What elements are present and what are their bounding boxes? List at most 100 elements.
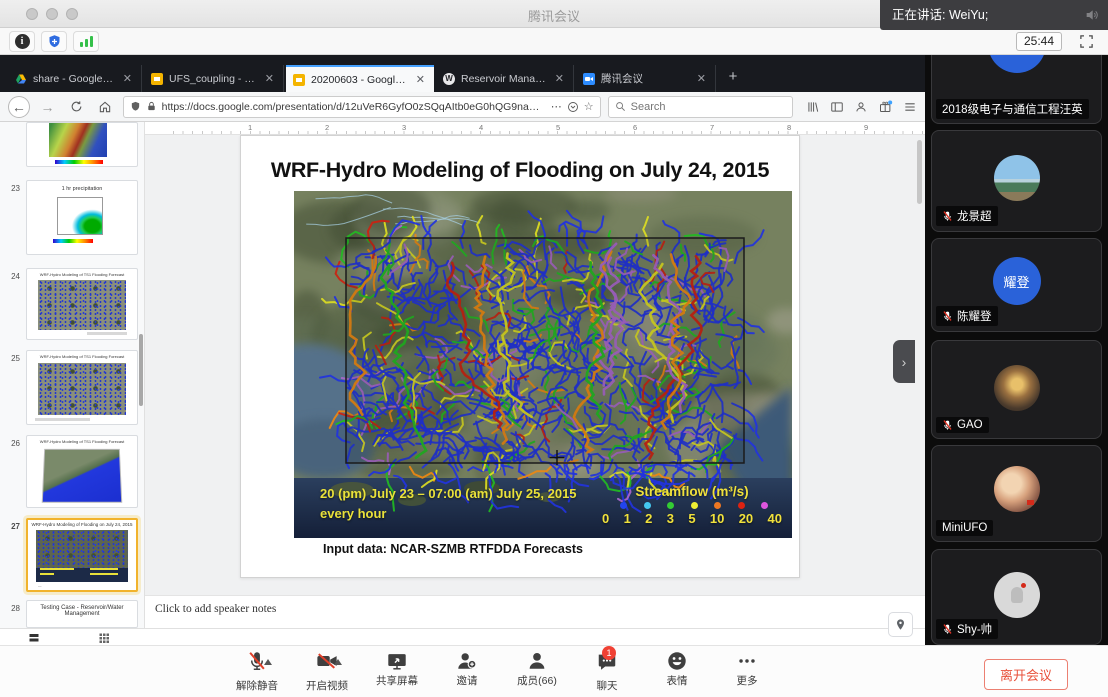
- extension-gift-icon[interactable]: [878, 99, 893, 114]
- pocket-icon[interactable]: [567, 101, 579, 113]
- leave-meeting-button[interactable]: 离开会议: [984, 659, 1068, 690]
- start-video-button[interactable]: 开启视频: [303, 650, 351, 693]
- slide-thumbnail-27-selected[interactable]: WRF-Hydro Modeling of Flooding on July 2…: [26, 518, 138, 592]
- filmstrip-viewbar: [0, 628, 925, 645]
- slide-thumbnail-28[interactable]: Testing Case - Reservoir/Water Managemen…: [26, 600, 138, 628]
- slide-number: 25: [2, 354, 20, 363]
- slide-number: 26: [2, 439, 20, 448]
- tab-label: 腾讯会议: [601, 71, 689, 86]
- new-tab-button[interactable]: +: [722, 68, 744, 85]
- participant-label: 龙景超: [936, 206, 998, 226]
- more-dots-icon: [736, 650, 758, 672]
- page-actions-icon[interactable]: ⋯: [551, 100, 562, 113]
- tab-ufs-coupling[interactable]: UFS_coupling - Google Slides ✕: [144, 65, 284, 92]
- mic-muted-icon: [942, 419, 953, 431]
- participant-tile[interactable]: MiniUFO: [931, 445, 1102, 542]
- tab-close-icon[interactable]: ✕: [121, 72, 134, 85]
- legend-values: 01235102040: [600, 511, 784, 526]
- meeting-toolbar: 解除静音 开启视频 共享屏幕 邀请 成员(66): [0, 645, 1108, 697]
- streamflow-legend: Streamflow (m³/s) 01235102040: [600, 484, 784, 526]
- signal-bars-icon: [80, 36, 93, 47]
- ruler-number: 6: [633, 123, 637, 132]
- slide-thumbnail-22[interactable]: [26, 122, 138, 167]
- unmute-button[interactable]: 解除静音: [233, 650, 281, 693]
- slide-title: WRF-Hydro Modeling of Flooding on July 2…: [256, 158, 784, 183]
- participants-panel: 2018级电子与通信工程汪英 龙景超 耀登 陈耀登 GAO: [925, 28, 1108, 645]
- ruler-number: 9: [864, 123, 868, 132]
- share-screen-button[interactable]: 共享屏幕: [373, 650, 421, 693]
- meeting-security-button[interactable]: [41, 31, 67, 52]
- tab-share-google-drive[interactable]: share - Google Drive ✕: [8, 65, 142, 92]
- slide-thumbnail-24[interactable]: WRF-Hydro Modeling of TS1 Flooding Forec…: [26, 268, 138, 340]
- browser-navbar: ← → https://docs.google.com/presentation…: [0, 92, 925, 122]
- search-icon: [615, 101, 626, 112]
- tab-label: share - Google Drive: [33, 73, 115, 85]
- home-button[interactable]: [94, 96, 116, 118]
- slide-thumbnail-26[interactable]: WRF-Hydro Modeling of TS1 Flooding Forec…: [26, 435, 138, 508]
- ruler-number: 3: [402, 123, 406, 132]
- search-input[interactable]: [631, 101, 761, 113]
- chat-badge: 1: [602, 646, 616, 660]
- sidebar-toggle-icon[interactable]: [830, 100, 844, 114]
- tab-close-icon[interactable]: ✕: [695, 72, 708, 85]
- emoji-button[interactable]: 表情: [653, 650, 701, 693]
- slide-number: 24: [2, 272, 20, 281]
- explore-pin-icon: [894, 618, 907, 631]
- tab-label: 20200603 - Google Slides: [311, 74, 408, 86]
- participant-tile[interactable]: 耀登 陈耀登: [931, 238, 1102, 332]
- legend-title: Streamflow (m³/s): [600, 484, 784, 499]
- mic-muted-icon: [942, 310, 953, 322]
- bookmark-star-icon[interactable]: ☆: [584, 100, 594, 113]
- tencent-meeting-icon: [583, 73, 595, 85]
- invite-button[interactable]: 邀请: [443, 650, 491, 693]
- more-button[interactable]: 更多: [723, 650, 771, 693]
- meeting-timer: 25:44: [1016, 32, 1062, 51]
- speaker-notes-placeholder: Click to add speaker notes: [155, 603, 276, 615]
- ruler-number: 5: [556, 123, 560, 132]
- meeting-topbar: i 25:44: [0, 28, 1108, 55]
- sidebar-expand-handle[interactable]: ›: [893, 340, 915, 383]
- slide-thumbnail-23[interactable]: 1 hr precipitation: [26, 180, 138, 255]
- forward-button[interactable]: →: [37, 96, 59, 118]
- map-time-caption: 20 (pm) July 23 – 07:00 (am) July 25, 20…: [320, 484, 577, 524]
- tab-label: UFS_coupling - Google Slides: [169, 73, 257, 85]
- grid-view-icon[interactable]: [98, 632, 110, 644]
- filmstrip-scrollbar[interactable]: [139, 334, 143, 406]
- tab-close-icon[interactable]: ✕: [414, 73, 427, 86]
- canvas-scrollbar[interactable]: [917, 140, 922, 204]
- participant-tile[interactable]: Shy-帅: [931, 549, 1102, 645]
- participant-label: 陈耀登: [936, 306, 998, 326]
- account-icon[interactable]: [854, 100, 868, 114]
- fullscreen-icon[interactable]: [1079, 34, 1094, 49]
- filmstrip-view-icon[interactable]: [28, 632, 40, 644]
- ruler-number: 7: [710, 123, 714, 132]
- avatar: [994, 572, 1040, 618]
- explore-button[interactable]: [888, 612, 913, 637]
- back-button[interactable]: ←: [8, 96, 30, 118]
- reload-button[interactable]: [65, 96, 87, 118]
- tab-close-icon[interactable]: ✕: [553, 72, 566, 85]
- slide-canvas[interactable]: WRF-Hydro Modeling of Flooding on July 2…: [240, 135, 800, 578]
- ruler-number: 8: [787, 123, 791, 132]
- shield-icon: [47, 34, 62, 49]
- meeting-info-button[interactable]: i: [9, 31, 35, 52]
- menu-icon[interactable]: [903, 100, 917, 114]
- tab-tencent-meeting[interactable]: 腾讯会议 ✕: [576, 65, 716, 92]
- tab-close-icon[interactable]: ✕: [263, 72, 276, 85]
- slide-thumbnail-25[interactable]: WRF-Hydro Modeling of TS1 Flooding Forec…: [26, 350, 138, 425]
- tab-20200603-active[interactable]: 20200603 - Google Slides ✕: [286, 65, 434, 92]
- chat-button[interactable]: 1 聊天: [583, 650, 631, 693]
- tab-reservoir-management[interactable]: W Reservoir Management – Weic ✕: [436, 65, 574, 92]
- participant-tile[interactable]: GAO: [931, 340, 1102, 439]
- mic-options-caret[interactable]: [264, 659, 272, 665]
- search-bar[interactable]: [608, 96, 793, 118]
- network-status-button[interactable]: [73, 31, 99, 52]
- speaker-notes[interactable]: Click to add speaker notes: [145, 595, 925, 628]
- library-icon[interactable]: [806, 100, 820, 114]
- participant-tile[interactable]: 龙景超: [931, 130, 1102, 232]
- video-options-caret[interactable]: [334, 659, 342, 665]
- input-data-caption: Input data: NCAR-SZMB RTFDDA Forecasts: [323, 542, 583, 556]
- slide-number: 27: [2, 522, 20, 531]
- members-button[interactable]: 成员(66): [513, 650, 561, 693]
- address-bar[interactable]: https://docs.google.com/presentation/d/1…: [123, 96, 601, 118]
